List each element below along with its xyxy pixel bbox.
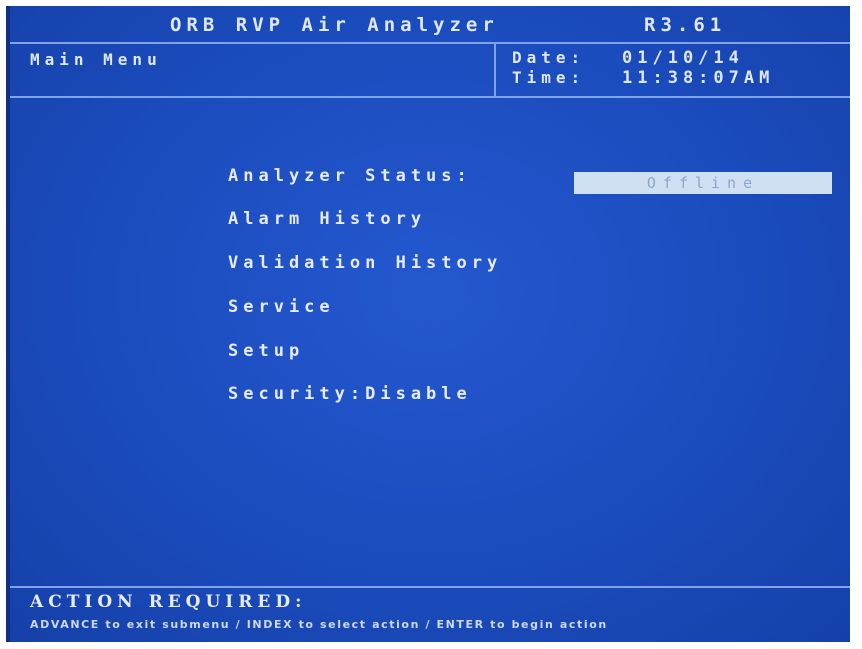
title-bar: ORB RVP Air Analyzer R3.61 [10, 6, 850, 44]
menu-item-security[interactable]: Security:Disable [228, 384, 472, 404]
date-time-panel: Date: 01/10/14 Time: 11:38:07AM [494, 44, 852, 96]
menu-item-setup[interactable]: Setup [228, 341, 304, 361]
action-hint: ADVANCE to exit submenu / INDEX to selec… [30, 618, 608, 631]
date-label: Date: [512, 48, 586, 67]
action-footer: ACTION REQUIRED: ADVANCE to exit submenu… [10, 586, 850, 644]
analyzer-screen: ORB RVP Air Analyzer R3.61 Main Menu Dat… [6, 6, 850, 642]
monitor-bezel: ORB RVP Air Analyzer R3.61 Main Menu Dat… [0, 0, 862, 649]
menu-header: Main Menu Date: 01/10/14 Time: 11:38:07A… [10, 44, 850, 98]
page-title: Main Menu [30, 50, 162, 69]
menu-item-service[interactable]: Service [228, 297, 335, 317]
app-title: ORB RVP Air Analyzer [170, 14, 499, 36]
menu-item-alarm-history[interactable]: Alarm History [228, 209, 426, 229]
action-required-title: ACTION REQUIRED: [30, 592, 307, 612]
app-version: R3.61 [644, 14, 727, 36]
menu-item-validation-history[interactable]: Validation History [228, 253, 502, 273]
analyzer-status-label: Analyzer Status: [228, 166, 472, 186]
date-value: 01/10/14 [622, 48, 744, 68]
time-label: Time: [512, 68, 586, 87]
menu-item-analyzer-status[interactable]: Analyzer Status: [228, 166, 472, 186]
time-value: 11:38:07AM [622, 68, 775, 88]
analyzer-status-value: Offline [574, 172, 832, 194]
